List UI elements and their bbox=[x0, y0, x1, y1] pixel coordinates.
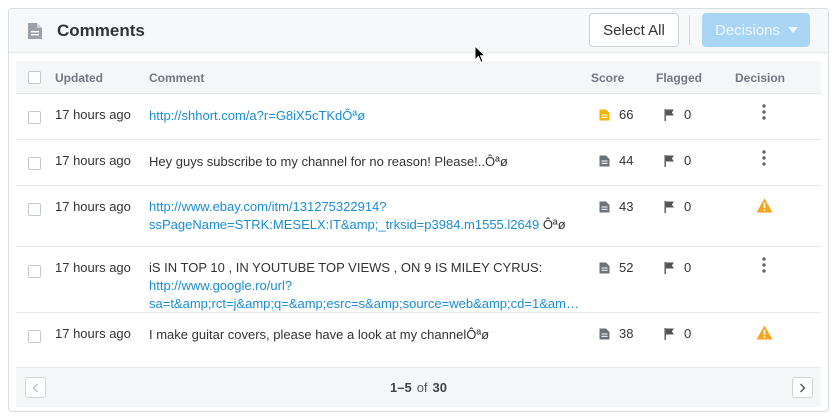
row-flagged: 0 bbox=[664, 199, 691, 214]
comment-text: iS IN TOP 10 , IN YOUTUBE TOP VIEWS , ON… bbox=[149, 260, 543, 275]
comment-text: Hey guys subscribe to my channel for no … bbox=[149, 154, 508, 169]
flag-icon bbox=[664, 261, 674, 274]
comment-link[interactable]: http://shhort.com/a?r=G8iX5cTKdÔªø bbox=[149, 108, 365, 123]
row-score: 43 bbox=[599, 199, 633, 214]
comment-text: I make guitar covers, please have a look… bbox=[149, 327, 490, 342]
row-checkbox[interactable] bbox=[28, 203, 41, 216]
of-label: of bbox=[416, 380, 428, 395]
row-checkbox[interactable] bbox=[28, 265, 41, 278]
col-decision: Decision bbox=[735, 71, 786, 85]
table-row[interactable]: 17 hours ago iS IN TOP 10 , IN YOUTUBE T… bbox=[16, 247, 821, 313]
doc-gray-icon bbox=[599, 201, 610, 212]
warning-icon[interactable] bbox=[755, 198, 773, 213]
row-updated: 17 hours ago bbox=[55, 199, 131, 214]
comments-table: Updated Comment Score Flagged Decision 1… bbox=[16, 61, 821, 359]
score-value: 44 bbox=[619, 153, 634, 168]
flagged-count: 0 bbox=[684, 326, 692, 341]
score-value: 38 bbox=[619, 326, 634, 341]
comment-link[interactable]: http://www.ebay.com/itm/131275322914? bbox=[149, 198, 579, 216]
chevron-left-icon bbox=[32, 383, 38, 392]
table-header: Updated Comment Score Flagged Decision bbox=[16, 61, 821, 94]
pagination-bar: 1–5 of 30 bbox=[16, 367, 821, 407]
decisions-label: Decisions bbox=[715, 21, 781, 39]
doc-orange-icon bbox=[599, 109, 610, 120]
col-flagged[interactable]: Flagged bbox=[656, 71, 702, 85]
score-value: 66 bbox=[619, 107, 634, 122]
panel-header: Comments Select All Decisions bbox=[9, 9, 828, 53]
row-flagged: 0 bbox=[664, 260, 691, 275]
row-updated: 17 hours ago bbox=[55, 107, 131, 122]
table-row[interactable]: 17 hours ago Hey guys subscribe to my ch… bbox=[16, 140, 821, 186]
document-icon bbox=[28, 22, 42, 39]
caret-down-icon bbox=[788, 27, 799, 33]
header-divider bbox=[689, 15, 690, 45]
col-updated[interactable]: Updated bbox=[55, 71, 103, 85]
flagged-count: 0 bbox=[684, 107, 692, 122]
row-comment: I make guitar covers, please have a look… bbox=[149, 326, 579, 344]
table-row[interactable]: 17 hours ago http://www.ebay.com/itm/131… bbox=[16, 186, 821, 247]
score-value: 52 bbox=[619, 260, 634, 275]
row-score: 38 bbox=[599, 326, 633, 341]
mouse-cursor-icon bbox=[474, 45, 486, 64]
select-all-button[interactable]: Select All bbox=[589, 13, 679, 47]
row-score: 66 bbox=[599, 107, 633, 122]
row-flagged: 0 bbox=[664, 107, 691, 122]
row-checkbox[interactable] bbox=[28, 157, 41, 170]
row-comment: Hey guys subscribe to my channel for no … bbox=[149, 153, 579, 171]
flagged-count: 0 bbox=[684, 153, 692, 168]
chevron-right-icon bbox=[800, 383, 806, 392]
page-title: Comments bbox=[57, 20, 145, 40]
flag-icon bbox=[664, 154, 674, 167]
flagged-count: 0 bbox=[684, 199, 692, 214]
table-row[interactable]: 17 hours ago http://shhort.com/a?r=G8iX5… bbox=[16, 94, 821, 140]
table-row[interactable]: 17 hours ago I make guitar covers, pleas… bbox=[16, 313, 821, 359]
doc-gray-icon bbox=[599, 328, 610, 339]
row-comment: iS IN TOP 10 , IN YOUTUBE TOP VIEWS , ON… bbox=[149, 259, 579, 313]
col-comment: Comment bbox=[149, 71, 205, 85]
row-updated: 17 hours ago bbox=[55, 326, 131, 341]
comments-panel: Comments Select All Decisions Updated Co… bbox=[8, 8, 829, 412]
row-score: 44 bbox=[599, 153, 633, 168]
col-score[interactable]: Score bbox=[591, 71, 624, 85]
flagged-count: 0 bbox=[684, 260, 692, 275]
page-range: 1–5 bbox=[389, 380, 412, 395]
flag-icon bbox=[664, 108, 674, 121]
decisions-dropdown-button[interactable]: Decisions bbox=[702, 13, 810, 47]
row-checkbox[interactable] bbox=[28, 111, 41, 124]
flag-icon bbox=[664, 327, 674, 340]
row-comment: http://www.ebay.com/itm/131275322914? ss… bbox=[149, 198, 579, 234]
warning-icon[interactable] bbox=[755, 325, 773, 340]
comment-suffix: Ôªø bbox=[539, 217, 566, 232]
row-comment: http://shhort.com/a?r=G8iX5cTKdÔªø bbox=[149, 107, 579, 125]
row-updated: 17 hours ago bbox=[55, 153, 131, 168]
doc-gray-icon bbox=[599, 262, 610, 273]
score-value: 43 bbox=[619, 199, 634, 214]
more-icon[interactable] bbox=[756, 257, 772, 273]
row-score: 52 bbox=[599, 260, 633, 275]
row-flagged: 0 bbox=[664, 326, 691, 341]
next-page-button[interactable] bbox=[792, 377, 813, 398]
prev-page-button[interactable] bbox=[25, 377, 46, 398]
row-updated: 17 hours ago bbox=[55, 260, 131, 275]
comment-link[interactable]: http://www.google.ro/url? bbox=[149, 277, 579, 295]
row-checkbox[interactable] bbox=[28, 330, 41, 343]
more-icon[interactable] bbox=[756, 104, 772, 120]
total-count: 30 bbox=[432, 380, 447, 395]
doc-gray-icon bbox=[599, 155, 610, 166]
row-flagged: 0 bbox=[664, 153, 691, 168]
select-all-checkbox[interactable] bbox=[28, 71, 41, 84]
comment-link-cont[interactable]: sa=t&amp;rct=j&amp;q=&amp;esrc=s&amp;sou… bbox=[149, 295, 579, 313]
flag-icon bbox=[664, 200, 674, 213]
comment-link-cont[interactable]: ssPageName=STRK:MESELX:IT&amp;_trksid=p3… bbox=[149, 217, 539, 232]
more-icon[interactable] bbox=[756, 150, 772, 166]
